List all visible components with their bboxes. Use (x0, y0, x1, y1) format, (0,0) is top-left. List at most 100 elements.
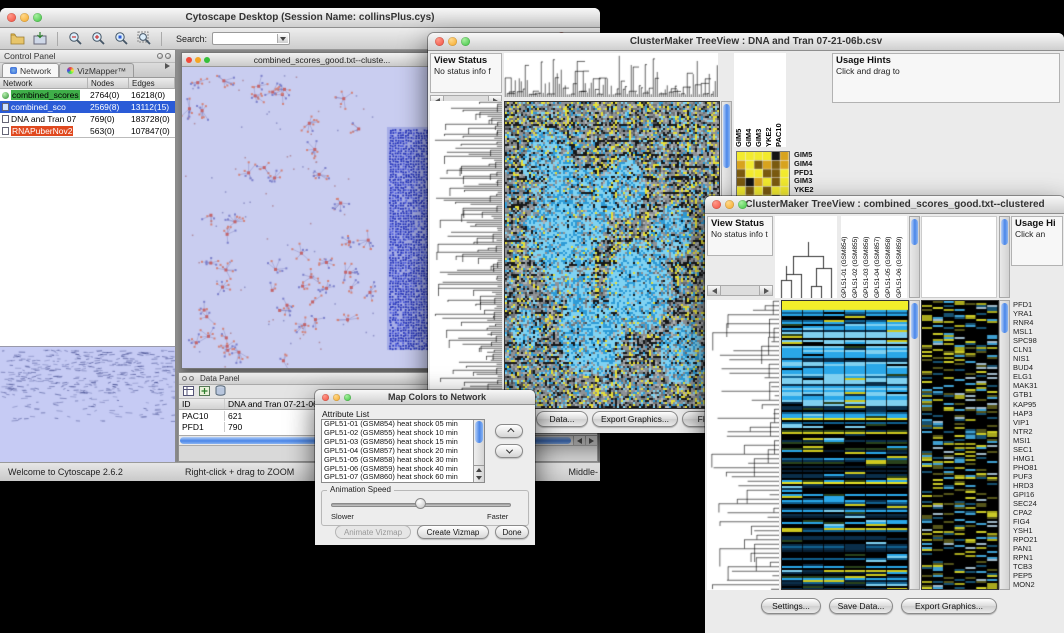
network-view-canvas[interactable] (182, 67, 444, 368)
gene-label[interactable]: TCB3 (1011, 562, 1064, 571)
gene-label[interactable]: YSH1 (1011, 526, 1064, 535)
zoom-out-icon[interactable] (66, 30, 84, 48)
panel-float-icon[interactable] (157, 53, 163, 59)
gene-label[interactable]: RPO21 (1011, 535, 1064, 544)
column-label[interactable]: GPL51-01 (GSM854) (841, 216, 852, 298)
column-label[interactable]: GIM3 (754, 53, 764, 147)
gene-label[interactable]: MSL1 (1011, 327, 1064, 336)
gene-label[interactable]: HRD3 (1011, 481, 1064, 490)
column-label[interactable]: YKE2 (764, 53, 774, 147)
import-network-icon[interactable] (31, 30, 49, 48)
scroll-down-icon[interactable] (476, 476, 482, 480)
gene-label[interactable]: FIG4 (1011, 517, 1064, 526)
minimize-icon[interactable] (195, 57, 201, 63)
settings-button[interactable]: Settings... (761, 598, 821, 614)
minimize-icon[interactable] (448, 37, 457, 46)
labels-vscrollbar[interactable] (999, 216, 1010, 298)
gene-label[interactable]: GPI16 (1011, 490, 1064, 499)
treeview-combined-titlebar[interactable]: ClusterMaker TreeView : combined_scores_… (705, 196, 1064, 214)
network-row-dna-tran[interactable]: DNA and Tran 07 769(0) 183728(0) (0, 113, 175, 125)
gene-label[interactable]: BUD4 (1011, 363, 1064, 372)
search-input[interactable] (212, 32, 290, 45)
close-icon[interactable] (186, 57, 192, 63)
dialog-titlebar[interactable]: Map Colors to Network (315, 390, 535, 405)
gene-label[interactable]: YRA1 (1011, 309, 1064, 318)
gene-label[interactable]: VIP1 (1011, 418, 1064, 427)
search-dropdown-icon[interactable] (277, 34, 288, 43)
export-graphics-button[interactable]: Export Graphics... (901, 598, 997, 614)
column-dendrogram-canvas[interactable] (504, 53, 718, 97)
gene-label[interactable]: PEP5 (1011, 571, 1064, 580)
row-dendrogram-canvas[interactable] (707, 300, 779, 590)
column-label[interactable]: GPL51-06 (GSM859) (896, 216, 907, 298)
close-icon[interactable] (435, 37, 444, 46)
network-tree-area[interactable] (0, 137, 175, 346)
vscroll-thumb[interactable] (475, 421, 483, 443)
export-graphics-button[interactable]: Export Graphics... (592, 411, 678, 427)
gene-label[interactable]: GTB1 (1011, 390, 1064, 399)
heatmap-vscrollbar[interactable] (909, 300, 920, 590)
gene-label[interactable]: SPC98 (1011, 336, 1064, 345)
column-label[interactable]: PAC10 (774, 53, 784, 147)
network-overview-thumbnail[interactable] (0, 346, 175, 462)
panel-float-icon[interactable] (182, 376, 187, 381)
row-dendrogram-canvas[interactable] (430, 101, 502, 409)
save-data-button[interactable]: Data... (536, 411, 588, 427)
network-row-combined-scores-clustered[interactable]: combined_sco 2569(8) 13112(15) (0, 101, 175, 113)
zoom-window-icon[interactable] (461, 37, 470, 46)
tab-vizmapper[interactable]: VizMapper™ (59, 63, 134, 77)
scroll-right-icon[interactable] (759, 286, 772, 295)
gene-label[interactable]: MON2 (1011, 580, 1064, 589)
treeview-dna-titlebar[interactable]: ClusterMaker TreeView : DNA and Tran 07-… (428, 33, 1064, 51)
move-down-button[interactable] (495, 444, 523, 458)
network-view-titlebar[interactable]: combined_scores_good.txt--cluste... (182, 53, 444, 67)
gene-label[interactable]: PUF3 (1011, 472, 1064, 481)
open-session-icon[interactable] (8, 30, 26, 48)
gene-label[interactable]: MSI1 (1011, 436, 1064, 445)
column-label[interactable]: GIM5 (734, 53, 744, 147)
column-label[interactable]: GPL51-02 (GSM855) (852, 216, 863, 298)
slider-thumb[interactable] (415, 498, 426, 509)
gene-label[interactable]: MAK31 (1011, 381, 1064, 390)
col-nodes[interactable]: Nodes (88, 78, 129, 88)
cytoscape-titlebar[interactable]: Cytoscape Desktop (Session Name: collins… (0, 8, 600, 28)
gene-label[interactable]: CLN1 (1011, 345, 1064, 354)
zoom-window-icon[interactable] (204, 57, 210, 63)
save-data-button[interactable]: Save Data... (829, 598, 893, 614)
gene-label[interactable]: NIS1 (1011, 354, 1064, 363)
vscroll-thumb[interactable] (1001, 219, 1008, 245)
scroll-right-icon[interactable] (585, 436, 597, 445)
vscroll-thumb[interactable] (723, 104, 730, 168)
col-id[interactable]: ID (179, 399, 225, 409)
gene-label[interactable]: RNR4 (1011, 318, 1064, 327)
gene-label[interactable]: SEC1 (1011, 445, 1064, 454)
zoom-window-icon[interactable] (33, 13, 42, 22)
move-up-button[interactable] (495, 424, 523, 438)
secondary-heatmap-canvas[interactable] (921, 300, 999, 590)
attribute-list-vscrollbar[interactable] (473, 420, 484, 482)
network-row-combined-scores[interactable]: combined_scores 2764(0) 16218(0) (0, 89, 175, 101)
column-label[interactable]: GPL51-03 (GSM856) (863, 216, 874, 298)
labels-vscrollbar[interactable] (909, 216, 920, 298)
gene-label[interactable]: HAP3 (1011, 409, 1064, 418)
gene-label[interactable]: PAN1 (1011, 544, 1064, 553)
gene-label[interactable]: HMG1 (1011, 454, 1064, 463)
gene-label[interactable]: KAP95 (1011, 400, 1064, 409)
vscroll-thumb[interactable] (911, 303, 918, 339)
matrix-ops-icon[interactable] (215, 383, 226, 401)
gene-label[interactable]: NTR2 (1011, 427, 1064, 436)
done-button[interactable]: Done (495, 525, 529, 539)
gene-label[interactable]: PFD1 (1011, 300, 1064, 309)
zoom-selected-icon[interactable] (112, 30, 130, 48)
panel-close-icon[interactable] (189, 376, 194, 381)
gene-label[interactable]: RPN1 (1011, 553, 1064, 562)
minimize-icon[interactable] (20, 13, 29, 22)
close-icon[interactable] (7, 13, 16, 22)
col-edges[interactable]: Edges (129, 78, 175, 88)
zoom-fit-icon[interactable] (135, 30, 153, 48)
zoom-window-icon[interactable] (344, 394, 351, 401)
scroll-left-icon[interactable] (573, 436, 585, 445)
column-dendrogram-canvas[interactable] (775, 216, 837, 298)
heatmap-canvas[interactable] (781, 300, 909, 590)
select-attributes-icon[interactable] (183, 383, 194, 401)
